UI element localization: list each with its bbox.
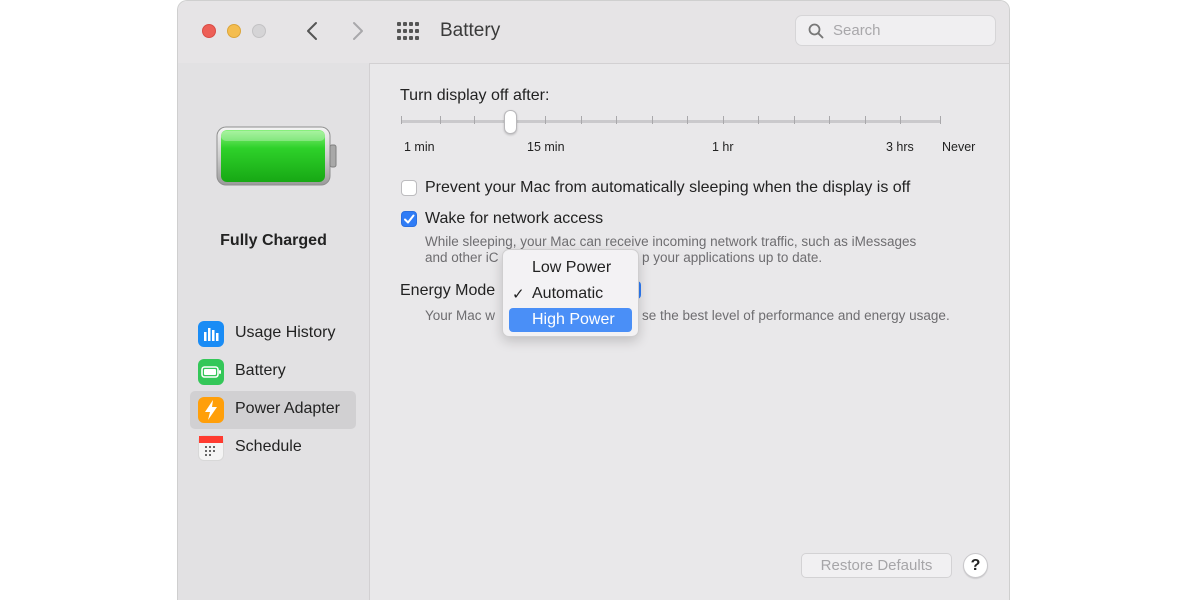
restore-defaults-button[interactable]: Restore Defaults [801,553,952,578]
close-window-button[interactable] [202,24,216,38]
help-button[interactable]: ? [963,553,988,578]
menu-item-automatic[interactable]: ✓ Automatic [509,282,632,306]
back-button[interactable] [300,18,324,44]
show-all-button[interactable] [396,20,420,42]
slider-tick [440,116,441,124]
prevent-sleep-checkbox[interactable] [401,180,417,196]
chevron-left-icon [307,22,317,40]
slider-track[interactable] [401,120,941,123]
wake-network-label[interactable]: Wake for network access [425,210,603,228]
sidebar-item-label: Battery [235,362,286,379]
preferences-window: Battery Search Fully Charged Usage Histo… [177,0,1010,600]
bar-chart-icon [198,321,224,347]
tick-label: 15 min [527,140,565,154]
main-content: Turn display off after: 1 min 15 min 1 h… [370,63,1009,600]
lightning-icon [198,397,224,423]
energy-mode-label: Energy Mode [400,282,496,299]
sidebar-item-label: Schedule [235,438,302,455]
battery-status-text: Fully Charged [220,232,327,249]
sidebar-item-label: Power Adapter [235,400,340,417]
checkmark-icon [404,214,415,224]
tick-label: 1 hr [712,140,734,154]
energy-mode-description-a: Your Mac w [425,308,496,323]
search-placeholder: Search [833,22,881,39]
sidebar-item-usage-history[interactable]: Usage History [190,315,356,353]
slider-tick [794,116,795,124]
battery-large-icon [216,126,337,186]
slider-tick [940,116,941,124]
tick-label: 1 min [404,140,435,154]
grid-icon [397,22,419,40]
tick-label: Never [942,140,976,154]
menu-item-high-power[interactable]: High Power [509,308,632,332]
menu-item-label: Automatic [532,285,604,302]
sidebar: Fully Charged Usage History Battery Powe… [178,63,370,600]
wake-network-description-line2b: p your applications up to date. [642,250,823,265]
slider-tick [687,116,688,124]
sidebar-item-schedule[interactable]: Schedule [190,429,356,467]
slider-tick [652,116,653,124]
window-title: Battery [440,20,501,41]
wake-network-checkbox[interactable] [401,211,417,227]
wake-network-description-line2a: and other iC [425,250,499,265]
menu-item-low-power[interactable]: Low Power [509,256,632,280]
slider-tick [900,116,901,124]
display-sleep-label: Turn display off after: [400,87,550,104]
menu-item-label: Low Power [532,259,612,276]
chevron-right-icon [353,22,363,40]
calendar-icon [198,435,224,461]
sidebar-item-power-adapter[interactable]: Power Adapter [190,391,356,429]
tick-label: 3 hrs [886,140,914,154]
minimize-window-button[interactable] [227,24,241,38]
sidebar-item-label: Usage History [235,324,336,341]
slider-tick [829,116,830,124]
checkmark-icon: ✓ [512,286,525,303]
wake-network-description-line1: While sleeping, your Mac can receive inc… [425,234,917,249]
zoom-window-button[interactable] [252,24,266,38]
battery-icon [198,359,224,385]
slider-thumb[interactable] [504,110,517,134]
prevent-sleep-label[interactable]: Prevent your Mac from automatically slee… [425,179,910,197]
slider-tick [581,116,582,124]
title-bar: Battery Search [178,1,1009,64]
menu-item-label: High Power [532,311,615,328]
slider-tick [545,116,546,124]
slider-tick [723,116,724,124]
slider-tick [401,116,402,124]
sidebar-item-battery[interactable]: Battery [190,353,356,391]
search-field[interactable]: Search [795,15,996,46]
search-icon [808,23,824,39]
slider-tick [616,116,617,124]
slider-tick [865,116,866,124]
slider-tick [758,116,759,124]
slider-tick [474,116,475,124]
energy-mode-description-b: se the best level of performance and ene… [642,308,950,323]
energy-mode-menu: Low Power ✓ Automatic High Power [502,249,639,337]
forward-button[interactable] [346,18,370,44]
